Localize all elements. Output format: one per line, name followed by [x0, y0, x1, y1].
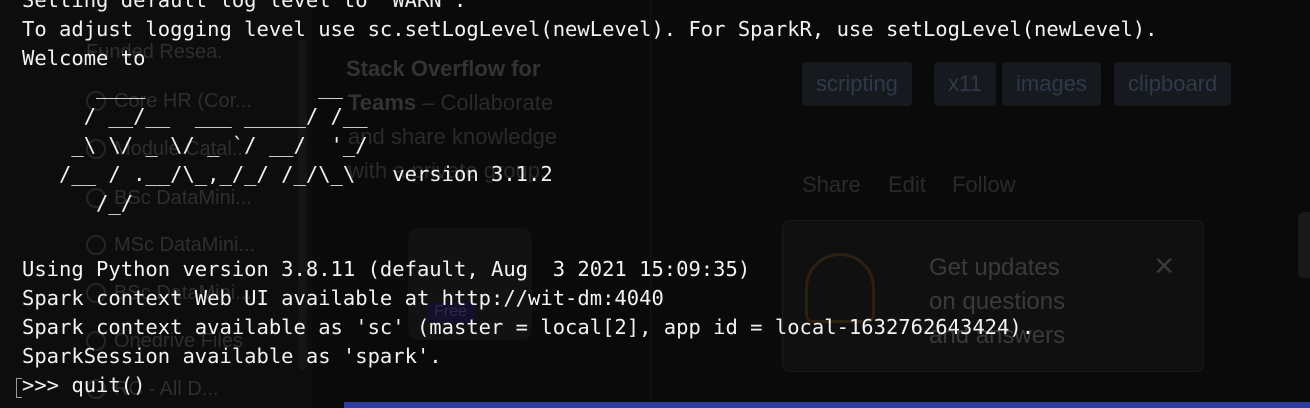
terminal-line-python-version: Using Python version 3.8.11 (default, Au… [22, 257, 751, 281]
terminal-line-adjust-logging: To adjust logging level use sc.setLogLev… [22, 17, 1158, 41]
terminal-line-log-level: Setting default log level to "WARN". [22, 0, 467, 12]
terminal-line-spark-session: SparkSession available as 'spark'. [22, 344, 442, 368]
spark-logo-line: ____ __ [22, 75, 343, 99]
spark-logo-line: / __/__ ___ _____/ /__ [22, 104, 368, 128]
terminal-prompt-line[interactable]: >>> quit() [22, 371, 145, 400]
spark-logo-line: /_/ [22, 191, 134, 215]
terminal-line-web-ui: Spark context Web UI available at http:/… [22, 286, 664, 310]
terminal-window[interactable]: Setting default log level to "WARN". To … [0, 0, 1310, 408]
terminal-line-spark-context: Spark context available as 'sc' (master … [22, 315, 1035, 339]
text-cursor [16, 378, 22, 398]
spark-logo-line: _\ \/ _ \/ _ `/ __/ '_/ [22, 133, 368, 157]
terminal-line-welcome: Welcome to [22, 46, 146, 70]
spark-logo-version-line: /__ / .__/\_,_/_/ /_/\_\ version 3.1.2 [22, 162, 553, 186]
